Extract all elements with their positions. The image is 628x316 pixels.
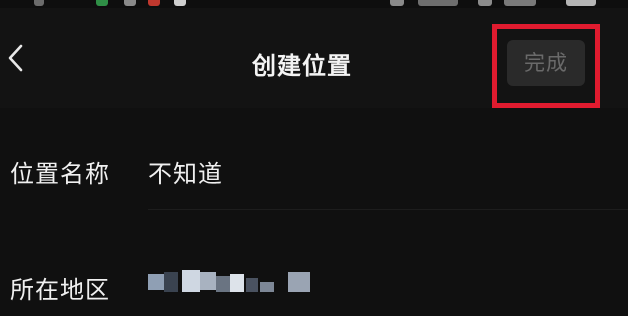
status-icon (478, 0, 492, 6)
status-icon (174, 0, 186, 6)
status-icon (566, 0, 596, 6)
pixel-block (164, 272, 178, 292)
pixel-block (260, 282, 274, 292)
done-button[interactable]: 完成 (507, 40, 585, 86)
pixel-block (246, 278, 258, 292)
pixel-block (230, 274, 244, 292)
status-icon (148, 0, 160, 6)
status-bar (0, 0, 628, 8)
top-nav-bar: 创建位置 完成 (0, 8, 628, 108)
pixel-block (182, 270, 200, 292)
location-name-input[interactable]: 不知道 (148, 154, 223, 189)
pixel-block (288, 272, 310, 292)
status-icon (504, 0, 536, 6)
status-icon (34, 0, 44, 6)
location-name-label: 位置名称 (10, 160, 110, 188)
location-form: 位置名称 不知道 所在地区 (0, 108, 628, 316)
pixel-block (216, 276, 230, 292)
pixel-block (200, 272, 216, 290)
row-divider (148, 209, 628, 210)
status-icon (390, 0, 404, 6)
region-label: 所在地区 (10, 276, 110, 304)
status-icon (418, 0, 458, 6)
pixel-block (148, 274, 164, 290)
status-icon (124, 0, 136, 6)
region-value-pixelated[interactable] (148, 268, 316, 298)
status-icon (96, 0, 108, 6)
